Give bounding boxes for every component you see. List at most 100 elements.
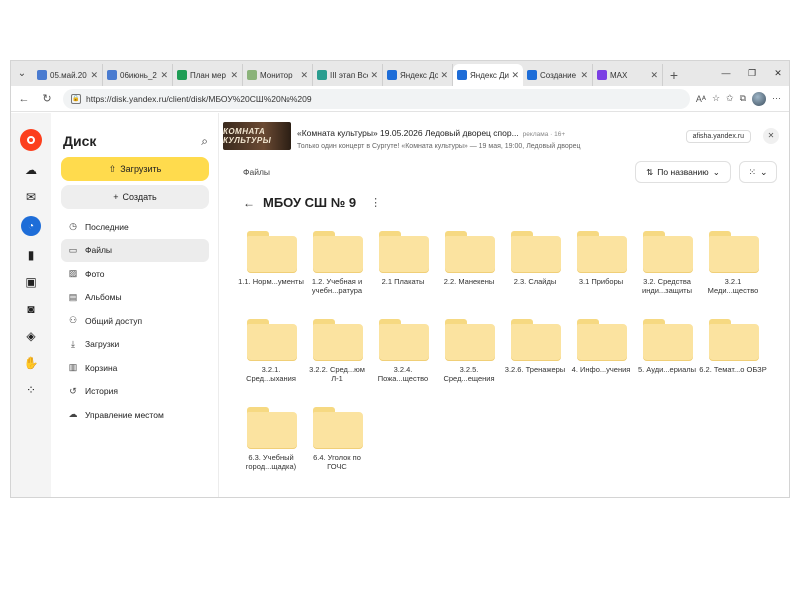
sidebar-item[interactable]: ▭ Файлы — [61, 238, 209, 262]
folder-name: 6.4. Уголок по ГОЧС — [313, 453, 361, 471]
view-mode-dropdown[interactable]: ⁙ ⌄ — [739, 161, 777, 183]
browser-tab[interactable]: MAX ✕ — [593, 64, 663, 86]
folder-item[interactable]: 1.1. Норм...ументы — [238, 225, 304, 305]
ad-title[interactable]: «Комната культуры» 19.05.2026 Ледовый дв… — [297, 128, 519, 138]
tab-title: План мер — [190, 70, 226, 80]
folder-item[interactable]: 3.2.4. Пожа...щество — [373, 313, 433, 393]
folder-body-shape — [445, 236, 495, 273]
close-icon[interactable]: ✕ — [763, 128, 779, 144]
browser-tab[interactable]: План мер ✕ — [173, 64, 243, 86]
url-field[interactable]: 🔒 https://disk.yandex.ru/client/disk/МБО… — [63, 88, 690, 109]
extensions-icon[interactable]: ⧉ — [740, 93, 746, 104]
folder-body-shape — [643, 324, 693, 361]
folder-icon: ▭ — [68, 244, 78, 255]
folder-name: 1.1. Норм...ументы — [238, 277, 304, 286]
sidebar-item[interactable]: ▨ Фото — [61, 262, 209, 286]
tab-close-icon[interactable]: ✕ — [511, 70, 519, 81]
sidebar-item[interactable]: ☁ Управление местом — [61, 403, 209, 427]
browser-tab[interactable]: III этап Все ✕ — [313, 64, 383, 86]
new-tab-button[interactable]: + — [663, 64, 685, 86]
folder-item[interactable]: 1.2. Учебная и учебн...ратура — [307, 225, 367, 305]
back-arrow-icon[interactable]: ← — [243, 196, 255, 210]
folder-item[interactable]: 3.2.1. Сред...ыхания — [241, 313, 301, 393]
maximize-button[interactable]: ❐ — [739, 61, 765, 86]
upload-button[interactable]: ⇧ Загрузить — [61, 157, 209, 181]
folder-name: 4. Инфо...учения — [571, 365, 631, 374]
ad-banner[interactable]: КОМНАТА КУЛЬТУРЫ «Комната культуры» 19.0… — [223, 121, 779, 151]
close-window-button[interactable]: ✕ — [765, 61, 789, 86]
folder-body-shape — [577, 324, 627, 361]
folder-name: 3.2.2. Сред...юм Л-1 — [309, 365, 365, 383]
folder-item[interactable]: 2.2. Манекены — [439, 225, 499, 305]
tab-close-icon[interactable]: ✕ — [650, 70, 658, 81]
folder-item[interactable]: 4. Инфо...учения — [571, 313, 631, 393]
sort-dropdown[interactable]: ⇅ По названию ⌄ — [635, 161, 731, 183]
browser-tab[interactable]: 05.май.20 ✕ — [33, 64, 103, 86]
reload-icon[interactable]: ↻ — [37, 89, 57, 109]
calendar-app-icon[interactable]: ▣ — [23, 274, 39, 290]
tab-favicon-icon — [597, 70, 607, 80]
folder-name: 3.2.1. Сред...ыхания — [246, 365, 296, 383]
cloud-app-icon[interactable]: ☁ — [23, 162, 39, 178]
sidebar-item[interactable]: ▤ Альбомы — [61, 286, 209, 310]
folder-item[interactable]: 3.2. Средства инди...защиты — [637, 225, 697, 305]
messenger-app-icon[interactable]: ✋ — [23, 355, 39, 371]
folder-item[interactable]: 3.1 Приборы — [571, 225, 631, 305]
menu-dots-icon[interactable]: ⋯ — [772, 93, 781, 104]
documents-app-icon[interactable]: ▮ — [23, 247, 39, 263]
folder-item[interactable]: 3.2.1 Меди...щество — [703, 225, 763, 305]
breadcrumb[interactable]: Файлы — [243, 167, 270, 177]
all-services-icon[interactable]: ⁘ — [23, 382, 39, 398]
profile-avatar[interactable] — [752, 91, 766, 106]
tab-close-icon[interactable]: ✕ — [160, 70, 168, 81]
sidebar-item[interactable]: ⤓ Загрузки — [61, 333, 209, 357]
search-icon[interactable]: ⌕ — [201, 134, 208, 149]
tab-strip: ⌄ 05.май.20 ✕ 06июнь_2 ✕ План мер ✕ Монитор ✕ II… — [11, 61, 789, 86]
browser-tab[interactable]: Яндекс До ✕ — [383, 64, 453, 86]
browser-tab[interactable]: Создание ✕ — [523, 64, 593, 86]
tab-close-icon[interactable]: ✕ — [90, 70, 98, 81]
browser-tab[interactable]: Яндекс Ди ✕ — [453, 64, 523, 86]
tab-title: Монитор — [260, 70, 293, 80]
more-options-icon[interactable]: ⋮ — [370, 196, 381, 209]
telemost-app-icon[interactable]: ◙ — [23, 301, 39, 317]
folder-item[interactable]: 5. Ауди...ериалы — [637, 313, 697, 393]
favorite-star-icon[interactable]: ☆ — [712, 93, 720, 104]
tab-close-icon[interactable]: ✕ — [300, 70, 308, 81]
sidebar-item[interactable]: ◷ Последние — [61, 215, 209, 239]
sidebar-item[interactable]: ↺ История — [61, 380, 209, 404]
photo-icon: ▨ — [68, 268, 78, 279]
folder-item[interactable]: 3.2.2. Сред...юм Л-1 — [307, 313, 367, 393]
tab-favicon-icon — [317, 70, 327, 80]
tab-list-dropdown[interactable]: ⌄ — [11, 61, 33, 86]
read-aloud-icon[interactable]: Aᴬ — [696, 94, 706, 104]
create-button[interactable]: + Создать — [61, 185, 209, 209]
tab-close-icon[interactable]: ✕ — [440, 70, 448, 81]
browser-tab[interactable]: Монитор ✕ — [243, 64, 313, 86]
folder-item[interactable]: 3.2.6. Тренажеры — [505, 313, 565, 393]
folder-item[interactable]: 6.2. Темат...о ОБЗР — [699, 313, 767, 393]
sidebar-item[interactable]: ⚇ Общий доступ — [61, 309, 209, 333]
folder-item[interactable]: 2.1 Плакаты — [373, 225, 433, 305]
notes-app-icon[interactable]: ◈ — [23, 328, 39, 344]
sidebar-item-label: Управление местом — [85, 409, 164, 420]
sidebar-item[interactable]: ▥ Корзина — [61, 356, 209, 380]
address-bar: ← ↻ 🔒 https://disk.yandex.ru/client/disk… — [11, 86, 789, 112]
browser-tab[interactable]: 06июнь_2 ✕ — [103, 64, 173, 86]
folder-item[interactable]: 6.4. Уголок по ГОЧС — [307, 401, 367, 481]
yandex-360-logo[interactable] — [20, 129, 42, 151]
mail-app-icon[interactable]: ✉ — [23, 189, 39, 205]
tab-close-icon[interactable]: ✕ — [230, 70, 238, 81]
folder-item[interactable]: 6.3. Учебный город...щадка) — [241, 401, 301, 481]
folder-item[interactable]: 2.3. Слайды — [505, 225, 565, 305]
tab-close-icon[interactable]: ✕ — [580, 70, 588, 81]
window-controls: — ❐ ✕ — [713, 61, 789, 86]
favorites-icon[interactable]: ✩ — [726, 93, 734, 104]
back-icon[interactable]: ← — [14, 89, 34, 109]
disk-app-icon[interactable]: ◔ — [21, 216, 41, 236]
tab-close-icon[interactable]: ✕ — [370, 70, 378, 81]
folder-item[interactable]: 3.2.5. Сред...ещения — [439, 313, 499, 393]
ad-image[interactable]: КОМНАТА КУЛЬТУРЫ — [223, 122, 291, 150]
minimize-button[interactable]: — — [713, 61, 739, 86]
ad-link[interactable]: afisha.yandex.ru — [685, 129, 751, 143]
